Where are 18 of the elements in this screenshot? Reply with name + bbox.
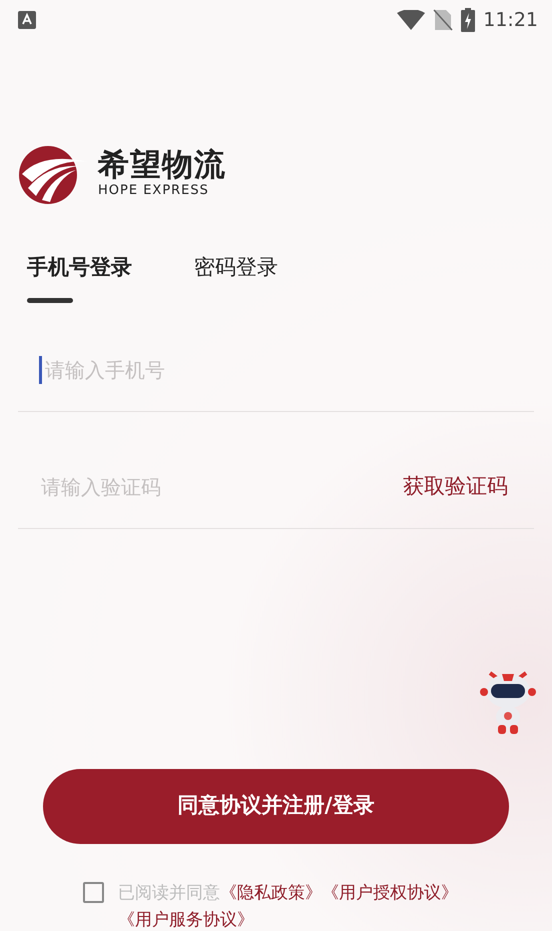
- agreement-link[interactable]: 《隐私政策》: [220, 882, 322, 902]
- agreement-link[interactable]: 《用户授权协议》: [322, 882, 458, 902]
- keyboard-icon: [18, 11, 36, 29]
- brand-subtitle: HOPE EXPRESS: [98, 182, 210, 200]
- battery-charging-icon: [461, 8, 476, 32]
- agreement-link[interactable]: 《用户服务协议》: [118, 910, 254, 930]
- agree-checkbox[interactable]: [83, 882, 104, 902]
- get-code-button[interactable]: 获取验证码: [403, 470, 534, 502]
- clock: 11:21: [483, 8, 538, 33]
- submit-button[interactable]: 同意协议并注册/登录: [43, 768, 509, 844]
- login-tab[interactable]: 密码登录: [194, 252, 278, 302]
- agreement-text: 已阅读并同意《隐私政策》《用户授权协议》 《用户服务协议》: [118, 882, 459, 931]
- login-tab[interactable]: 手机号登录: [27, 252, 132, 302]
- brand-name: 希望物流: [98, 150, 226, 181]
- no-sim-icon: [433, 9, 454, 31]
- phone-field[interactable]: 请输入手机号: [43, 354, 534, 386]
- code-field[interactable]: 请输入验证码: [39, 470, 403, 502]
- wifi-icon: [397, 10, 426, 30]
